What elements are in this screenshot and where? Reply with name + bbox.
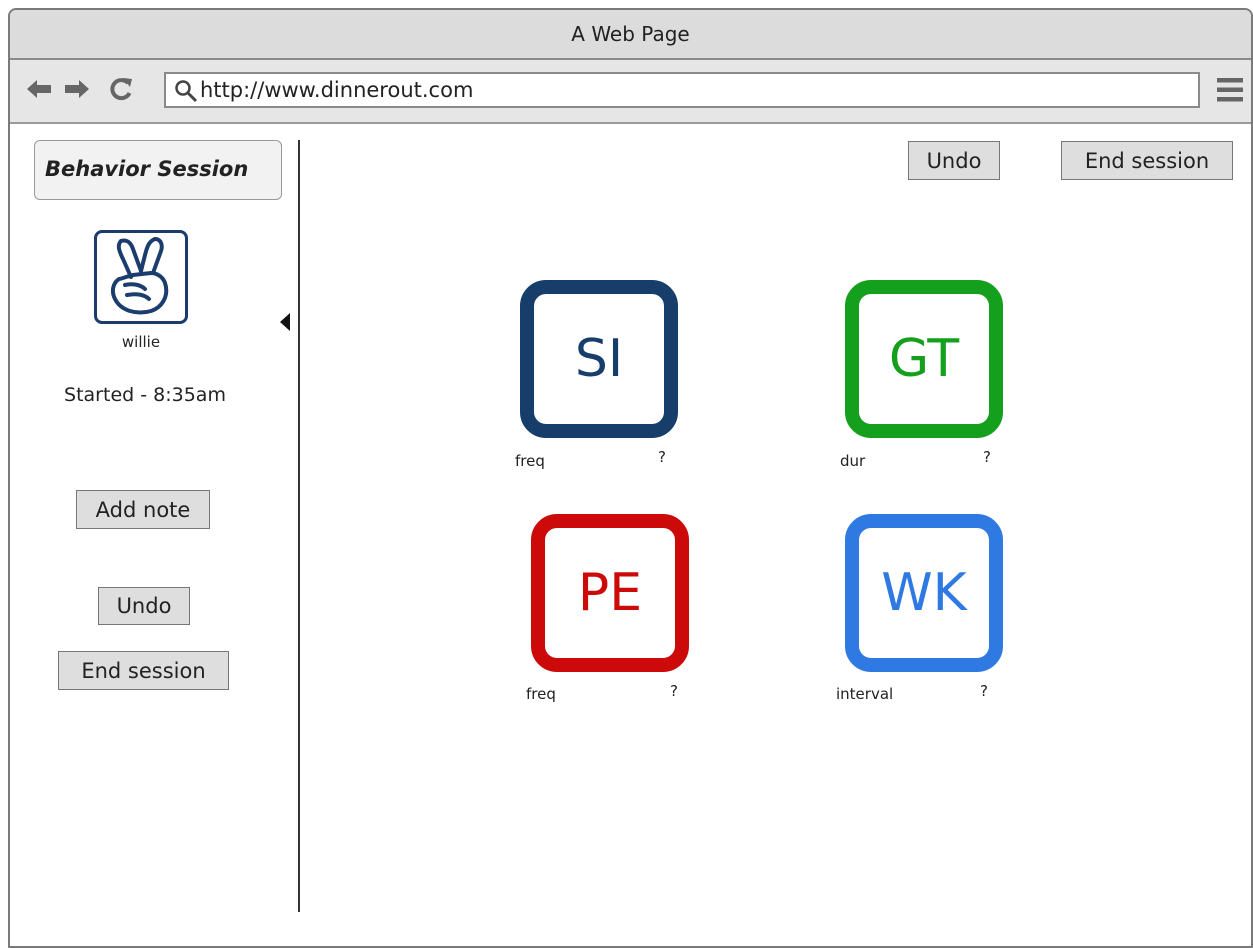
behavior-type-label: freq [526,685,556,703]
add-note-button[interactable]: Add note [76,490,210,529]
behavior-help-button[interactable]: ? [980,682,988,700]
behavior-type-label: dur [840,452,866,470]
user-name: willie [121,333,161,351]
behavior-tile-wk[interactable]: WK [845,514,1003,672]
undo-button[interactable]: Undo [908,141,1000,180]
peace-hand-icon [110,237,169,315]
forward-arrow-icon[interactable] [62,74,92,104]
behavior-type-label: freq [515,452,545,470]
sidebar-undo-button[interactable]: Undo [98,587,190,625]
session-header: Behavior Session [34,140,282,200]
behavior-tile-pe[interactable]: PE [531,514,689,672]
behavior-tile-si[interactable]: SI [520,280,678,438]
sidebar-end-session-button[interactable]: End session [58,651,229,690]
search-icon [175,80,198,103]
behavior-help-button[interactable]: ? [658,448,666,466]
session-start-time: Started - 8:35am [64,384,226,406]
back-arrow-icon[interactable] [24,74,54,104]
collapse-sidebar-arrow-icon[interactable] [278,312,292,332]
behavior-help-button[interactable]: ? [670,682,678,700]
browser-navbar [10,60,1251,124]
behavior-tile-gt[interactable]: GT [845,280,1003,438]
url-input[interactable] [200,76,1180,104]
end-session-button[interactable]: End session [1061,141,1233,180]
behavior-help-button[interactable]: ? [983,448,991,466]
browser-window: A Web Page http://www.dinnerout.com Beha… [8,8,1253,948]
user-avatar [94,230,188,324]
sidebar-divider [298,140,300,912]
behavior-type-label: interval [836,685,894,703]
address-bar[interactable] [164,72,1200,108]
hamburger-menu-icon[interactable] [1215,76,1245,104]
reload-icon[interactable] [106,74,136,104]
window-title: A Web Page [10,10,1251,60]
